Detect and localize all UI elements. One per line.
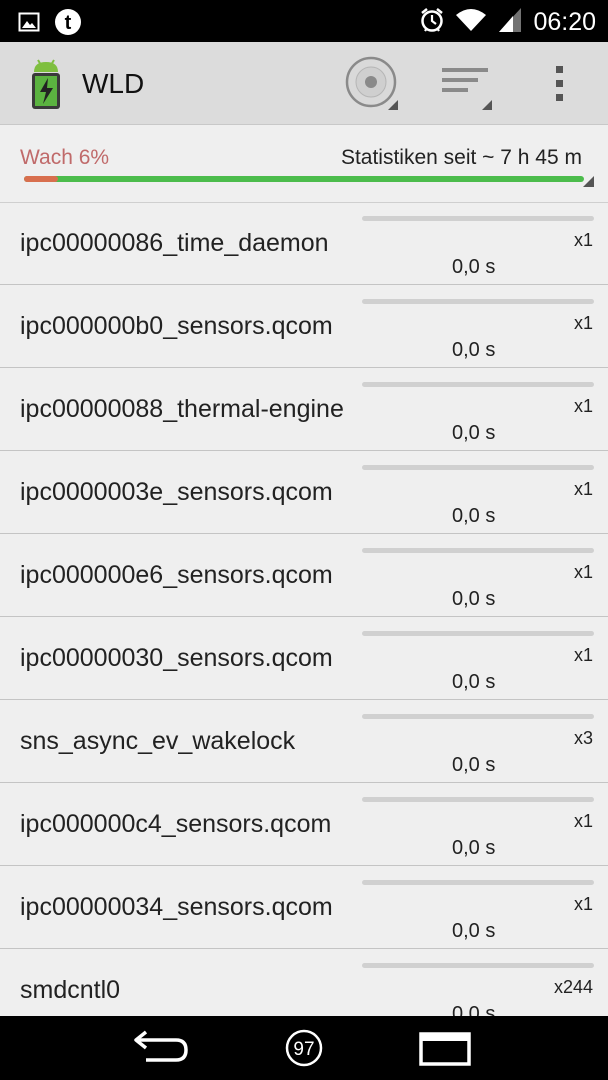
wakelock-count: x1 bbox=[573, 811, 593, 831]
wakelock-name: ipc000000c4_sensors.qcom bbox=[20, 809, 332, 838]
usage-bar bbox=[362, 465, 594, 470]
wakelock-count: x244 bbox=[553, 977, 593, 997]
wakelock-name: ipc000000e6_sensors.qcom bbox=[20, 560, 333, 589]
wakelock-count: x1 bbox=[573, 645, 593, 665]
signal-icon bbox=[497, 6, 523, 39]
wakelock-name: ipc00000088_thermal-engine bbox=[20, 394, 344, 423]
action-bar: WLD bbox=[0, 42, 608, 125]
wakelock-count: x1 bbox=[573, 313, 593, 333]
status-bar: t 06:20 bbox=[0, 0, 608, 42]
stats-summary[interactable]: Wach 6% Statistiken seit ~ 7 h 45 m bbox=[0, 124, 608, 203]
home-icon[interactable]: 97 bbox=[284, 1026, 324, 1070]
app-title: WLD bbox=[82, 68, 145, 99]
list-item[interactable]: ipc00000030_sensors.qcom x1 0,0 s bbox=[0, 617, 608, 700]
corner-indicator-icon bbox=[583, 176, 594, 187]
wakelock-time: 0,0 s bbox=[452, 588, 496, 610]
wakelock-time: 0,0 s bbox=[452, 837, 496, 859]
wakelock-name: ipc0000003e_sensors.qcom bbox=[20, 477, 333, 506]
list-item[interactable]: ipc00000088_thermal-engine x1 0,0 s bbox=[0, 368, 608, 451]
wakelock-time: 0,0 s bbox=[452, 1003, 496, 1016]
list-item[interactable]: ipc000000b0_sensors.qcom x1 0,0 s bbox=[0, 285, 608, 368]
wakelock-count: x1 bbox=[573, 396, 593, 416]
wakelock-time: 0,0 s bbox=[452, 422, 496, 444]
list-item[interactable]: ipc00000034_sensors.qcom x1 0,0 s bbox=[0, 866, 608, 949]
list-item[interactable]: sns_async_ev_wakelock x3 0,0 s bbox=[0, 700, 608, 783]
wakelock-count: x1 bbox=[573, 562, 593, 582]
awake-progress-fill bbox=[24, 176, 58, 182]
disc-icon[interactable] bbox=[342, 56, 402, 112]
wakelock-name: ipc00000034_sensors.qcom bbox=[20, 892, 333, 921]
wakelock-count: x1 bbox=[573, 894, 593, 914]
list-item[interactable]: ipc000000c4_sensors.qcom x1 0,0 s bbox=[0, 783, 608, 866]
wakelock-time: 0,0 s bbox=[452, 920, 496, 942]
list-item[interactable]: ipc000000e6_sensors.qcom x1 0,0 s bbox=[0, 534, 608, 617]
awake-percentage: Wach 6% bbox=[20, 146, 110, 169]
overflow-menu-icon[interactable] bbox=[534, 56, 586, 112]
usage-bar bbox=[362, 382, 594, 387]
wakelock-time: 0,0 s bbox=[452, 754, 496, 776]
wakelock-name: ipc00000086_time_daemon bbox=[20, 228, 329, 257]
wakelock-count: x1 bbox=[573, 230, 593, 250]
wakelock-time: 0,0 s bbox=[452, 505, 496, 527]
wakelock-count: x3 bbox=[573, 728, 593, 748]
list-item[interactable]: ipc0000003e_sensors.qcom x1 0,0 s bbox=[0, 451, 608, 534]
image-icon bbox=[18, 11, 40, 38]
stats-since: Statistiken seit ~ 7 h 45 m bbox=[340, 146, 582, 169]
wakelock-name: sns_async_ev_wakelock bbox=[20, 726, 296, 755]
back-icon[interactable] bbox=[132, 1026, 192, 1070]
wakelock-name: smdcntl0 bbox=[20, 975, 121, 1004]
usage-bar bbox=[362, 797, 594, 802]
sort-icon[interactable] bbox=[436, 56, 496, 112]
recent-apps-icon[interactable] bbox=[418, 1026, 472, 1070]
usage-bar bbox=[362, 299, 594, 304]
svg-text:t: t bbox=[65, 12, 72, 34]
navigation-bar: 97 bbox=[0, 1016, 608, 1080]
usage-bar bbox=[362, 963, 594, 968]
alarm-icon bbox=[419, 6, 445, 39]
wakelock-list[interactable]: ipc00000086_time_daemon x1 0,0 s ipc0000… bbox=[0, 202, 608, 1016]
usage-bar bbox=[362, 714, 594, 719]
usage-bar bbox=[362, 216, 594, 221]
list-item[interactable]: smdcntl0 x244 0,0 s bbox=[0, 949, 608, 1016]
t-notification-icon: t bbox=[54, 8, 82, 41]
usage-bar bbox=[362, 880, 594, 885]
usage-bar bbox=[362, 631, 594, 636]
wakelock-time: 0,0 s bbox=[452, 339, 496, 361]
wakelock-time: 0,0 s bbox=[452, 256, 496, 278]
usage-bar bbox=[362, 548, 594, 553]
wakelock-name: ipc00000030_sensors.qcom bbox=[20, 643, 333, 672]
home-badge: 97 bbox=[293, 1039, 314, 1060]
wifi-icon bbox=[455, 7, 487, 38]
wakelock-count: x1 bbox=[573, 479, 593, 499]
awake-progress-bar bbox=[24, 176, 584, 182]
clock-time: 06:20 bbox=[533, 8, 596, 36]
list-item[interactable]: ipc00000086_time_daemon x1 0,0 s bbox=[0, 202, 608, 285]
wakelock-name: ipc000000b0_sensors.qcom bbox=[20, 311, 333, 340]
battery-android-icon[interactable] bbox=[26, 58, 66, 110]
wakelock-time: 0,0 s bbox=[452, 671, 496, 693]
